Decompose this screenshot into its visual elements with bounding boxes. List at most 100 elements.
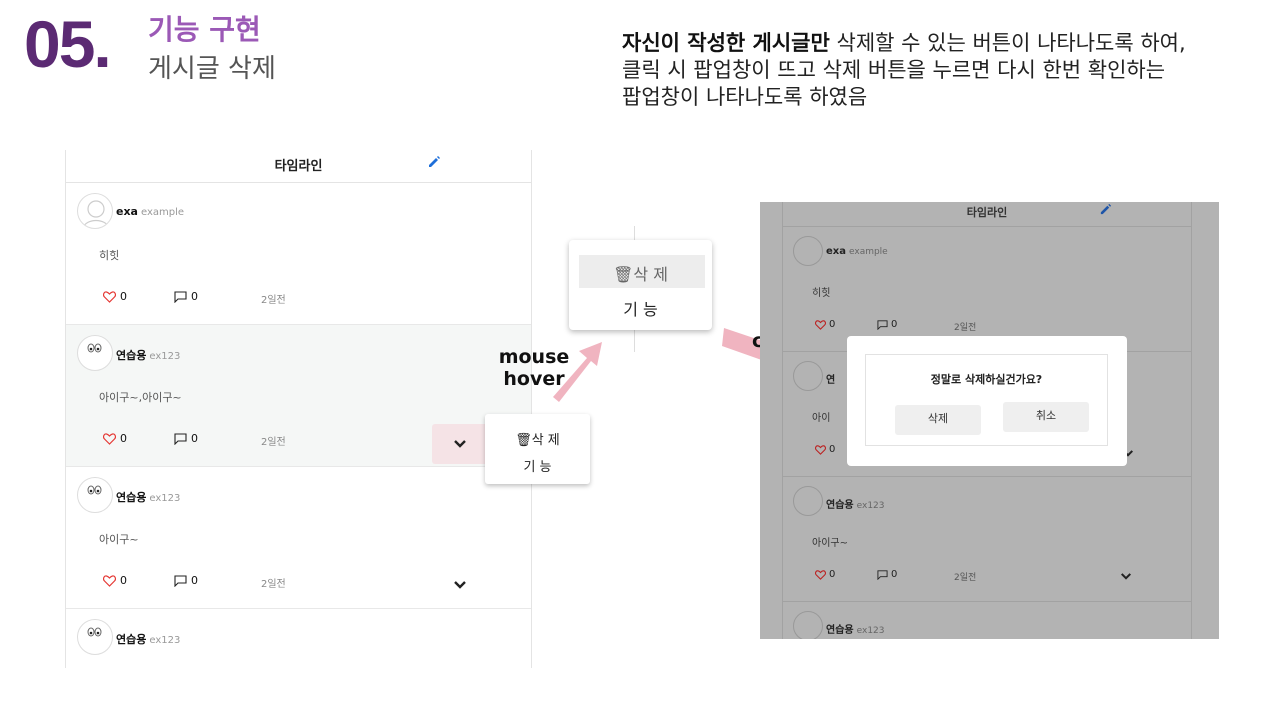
timeline-header: 타임라인 (783, 202, 1191, 227)
timeline-title: 타임라인 (274, 159, 323, 174)
comment-count: 0 (191, 290, 198, 303)
post-author: 연습용 ex123 (116, 631, 180, 647)
delete-menu-item[interactable]: 🗑삭 제 (569, 261, 712, 285)
heart-icon (815, 569, 826, 580)
author-id: example (140, 207, 185, 218)
post-item: 연습용 ex123 (66, 609, 531, 668)
like-count: 0 (829, 319, 836, 330)
cancel-button[interactable]: 취소 (1003, 402, 1089, 432)
section-number: 05. (24, 7, 112, 81)
avatar (77, 335, 113, 371)
author-id: ex123 (149, 493, 181, 504)
like-button[interactable]: 0 (103, 290, 127, 303)
description-line1: 삭제할 수 있는 버튼이 나타나도록 하여, (829, 31, 1186, 55)
post-author: 연습용 ex123 (826, 621, 885, 636)
like-button[interactable]: 0 (103, 432, 127, 445)
like-count: 0 (120, 574, 127, 587)
delete-label: 삭 제 (531, 433, 560, 448)
comment-button[interactable]: 0 (174, 432, 198, 445)
function-menu-item[interactable]: 기 능 (569, 296, 712, 320)
options-menu-enlarged: 🗑삭 제 기 능 (569, 240, 712, 330)
comment-icon (174, 432, 187, 445)
confirm-delete-button[interactable]: 삭제 (895, 405, 981, 435)
confirm-dialog: 정말로 삭제하실건가요? 삭제 취소 (847, 336, 1127, 466)
post-author: 연습용 ex123 (826, 496, 885, 511)
post-time: 2일전 (954, 573, 977, 583)
post-item: exa example 히힛 0 0 2일전 (66, 183, 531, 325)
avatar (77, 619, 113, 655)
comment-button[interactable]: 0 (174, 574, 198, 587)
comment-icon (174, 574, 187, 587)
author-id: ex123 (856, 626, 885, 636)
hover-caption-line1: mouse (498, 346, 570, 368)
comment-count: 0 (891, 569, 898, 580)
post-author: exa example (116, 205, 184, 218)
post-item: 연습용 ex123 아이구~ 0 0 2일전 (783, 477, 1191, 602)
post-time: 2일전 (261, 579, 286, 590)
post-content: 히힛 (99, 249, 120, 262)
chevron-down-icon (454, 440, 466, 448)
post-time: 2일전 (261, 437, 286, 448)
timeline-header: 타임라인 (66, 150, 531, 183)
heart-icon (815, 444, 826, 455)
dialog-body: 정말로 삭제하실건가요? 삭제 취소 (865, 354, 1108, 446)
author-id: ex123 (149, 351, 181, 362)
post-author: 연 (826, 375, 836, 386)
post-content: 아이구~,아이구~ (99, 391, 182, 404)
comment-button: 0 (877, 319, 897, 330)
like-button: 0 (815, 569, 835, 580)
like-count: 0 (829, 569, 836, 580)
comment-count: 0 (191, 574, 198, 587)
author-id: ex123 (856, 501, 885, 511)
post-item: exa example 히힛 0 0 2일전 (783, 227, 1191, 352)
author-name: 연습용 (116, 633, 147, 646)
section-subtitle: 게시글 삭제 (148, 54, 276, 84)
author-name: exa (826, 246, 846, 257)
post-content: 아이 (812, 413, 831, 424)
delete-menu-item[interactable]: 🗑삭 제 (485, 429, 590, 448)
divider (634, 330, 635, 352)
avatar (793, 611, 823, 639)
avatar (793, 361, 823, 391)
like-count: 0 (829, 444, 836, 455)
section-title: 기능 구현 (148, 13, 261, 46)
author-name: 연습용 (116, 491, 147, 504)
comment-icon (174, 290, 187, 303)
function-menu-item[interactable]: 기 능 (485, 456, 590, 475)
like-button: 0 (815, 319, 835, 330)
options-menu: 🗑삭 제 기 능 (485, 414, 590, 484)
comment-icon (877, 569, 888, 580)
description-bold: 자신이 작성한 게시글만 (622, 31, 830, 55)
like-count: 0 (120, 290, 127, 303)
trash-icon: 🗑 (613, 265, 634, 284)
avatar (793, 486, 823, 516)
post-author: 연습용 ex123 (116, 489, 180, 505)
pencil-icon[interactable] (427, 155, 441, 169)
description: 자신이 작성한 게시글만 삭제할 수 있는 버튼이 나타나도록 하여, 클릭 시… (622, 30, 1242, 111)
more-options-button[interactable] (432, 424, 489, 464)
chevron-down-icon[interactable] (453, 580, 467, 590)
heart-icon (103, 574, 116, 587)
post-time: 2일전 (261, 295, 286, 306)
author-id: ex123 (149, 635, 181, 646)
like-button[interactable]: 0 (103, 574, 127, 587)
face-avatar-icon (87, 343, 102, 353)
like-button: 0 (815, 444, 835, 455)
author-name: 연습용 (826, 625, 854, 636)
post-author: exa example (826, 246, 888, 257)
comment-count: 0 (191, 432, 198, 445)
post-item: 연습용 ex123 아이구~,아이구~ 0 0 2일전 (66, 325, 531, 467)
comment-icon (877, 319, 888, 330)
timeline-title: 타임라인 (966, 206, 1008, 219)
comment-button[interactable]: 0 (174, 290, 198, 303)
delete-label: 삭 제 (633, 265, 668, 284)
dialog-question: 정말로 삭제하실건가요? (930, 373, 1043, 386)
comment-count: 0 (891, 319, 898, 330)
face-avatar-icon (87, 627, 102, 637)
like-count: 0 (120, 432, 127, 445)
chevron-down-icon (1120, 573, 1132, 580)
post-content: 히힛 (812, 288, 831, 299)
post-author: 연습용 ex123 (116, 347, 180, 363)
avatar (77, 477, 113, 513)
pencil-icon (1100, 203, 1112, 215)
